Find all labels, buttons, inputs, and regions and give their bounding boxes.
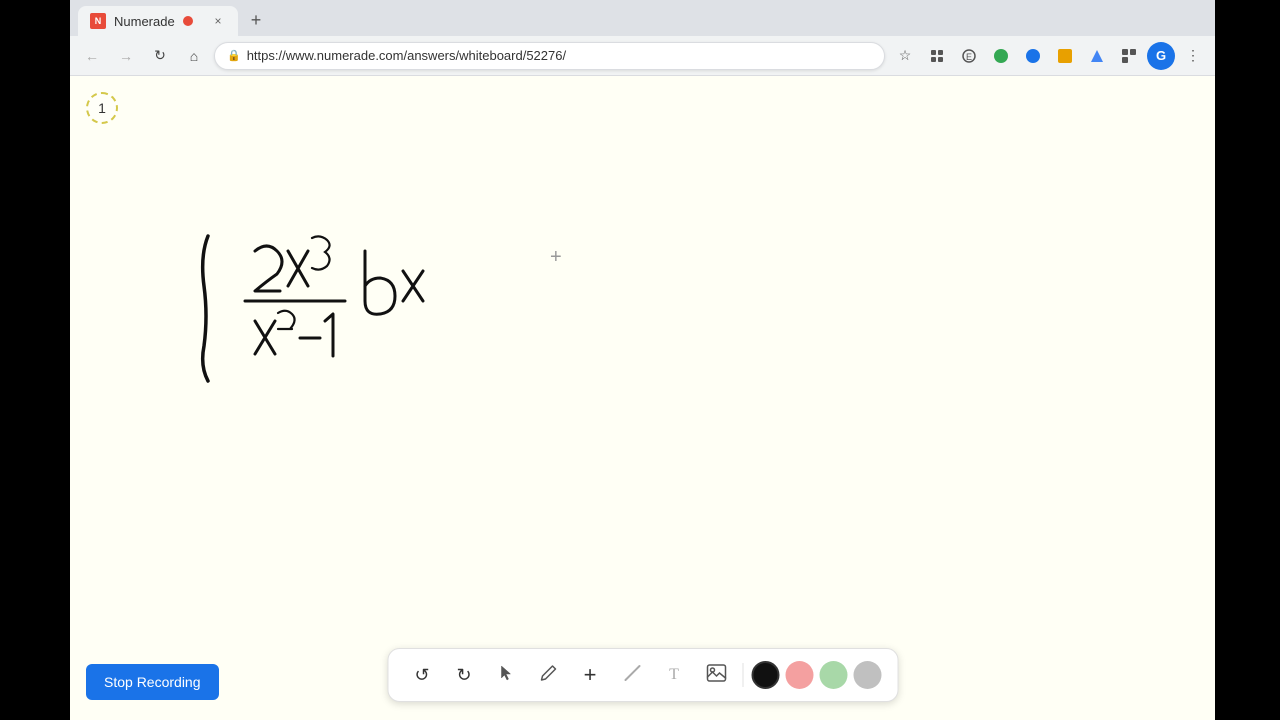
lock-icon: 🔒 [227,49,241,62]
cursor-icon [497,664,515,687]
tab-title: Numerade [114,14,175,29]
home-button[interactable]: ⌂ [180,42,208,70]
undo-button[interactable]: ↺ [404,657,440,693]
page-number: 1 [98,100,106,116]
back-icon: ← [85,48,99,64]
browser-toolbar-right: ☆ E [891,42,1207,70]
color-gray[interactable] [853,661,881,689]
address-bar: ← → ↻ ⌂ 🔒 https://www.numerade.com/answe… [70,36,1215,76]
toolbar-divider [742,663,743,687]
browser-ext1[interactable]: E [955,42,983,70]
math-formula-svg [170,196,490,396]
text-icon: T [669,666,679,684]
tab-recording-dot [183,16,193,26]
tab-favicon: N [90,13,106,29]
image-tool-button[interactable] [698,657,734,693]
line-icon [623,664,641,687]
browser-ext3[interactable] [1019,42,1047,70]
back-button[interactable]: ← [78,42,106,70]
math-formula-content [170,196,490,401]
color-green[interactable] [819,661,847,689]
chrome-menu-button[interactable]: ⋮ [1179,42,1207,70]
whiteboard-canvas[interactable]: 1 [70,76,1215,720]
line-tool-button[interactable] [614,657,650,693]
forward-icon: → [119,48,133,64]
page-indicator: 1 [86,92,118,124]
bookmark-button[interactable]: ☆ [891,42,919,70]
extensions-button[interactable] [923,42,951,70]
undo-icon: ↺ [414,665,429,686]
add-element-button[interactable]: + [572,657,608,693]
color-black[interactable] [751,661,779,689]
bottom-toolbar: ↺ ↻ + [387,648,898,702]
forward-button[interactable]: → [112,42,140,70]
stop-recording-label: Stop Recording [104,674,201,690]
active-tab[interactable]: N Numerade × [78,6,238,36]
whiteboard-add-button[interactable]: + [550,246,562,269]
pen-tool-button[interactable] [530,657,566,693]
tab-close-button[interactable]: × [210,13,226,29]
svg-text:E: E [966,52,972,62]
text-tool-button[interactable]: T [656,657,692,693]
url-text: https://www.numerade.com/answers/whitebo… [247,48,566,63]
color-pink[interactable] [785,661,813,689]
refresh-icon: ↻ [154,47,166,64]
url-bar[interactable]: 🔒 https://www.numerade.com/answers/white… [214,42,885,70]
new-tab-button[interactable]: + [242,6,270,34]
redo-icon: ↻ [456,665,471,686]
image-icon [706,664,726,687]
browser-ext4[interactable] [1051,42,1079,70]
refresh-button[interactable]: ↻ [146,42,174,70]
browser-ext2[interactable] [987,42,1015,70]
tab-bar: N Numerade × + [70,0,1215,36]
browser-window: N Numerade × + ← → ↻ ⌂ 🔒 https://www.num… [70,0,1215,720]
black-bar-right [1215,0,1280,720]
add-icon: + [584,662,597,688]
black-bar-left [0,0,70,720]
select-tool-button[interactable] [488,657,524,693]
browser-ext6[interactable] [1115,42,1143,70]
profile-button[interactable]: G [1147,42,1175,70]
pen-icon [539,664,557,687]
browser-ext5[interactable] [1083,42,1111,70]
home-icon: ⌂ [190,48,198,64]
redo-button[interactable]: ↻ [446,657,482,693]
stop-recording-button[interactable]: Stop Recording [86,664,219,700]
